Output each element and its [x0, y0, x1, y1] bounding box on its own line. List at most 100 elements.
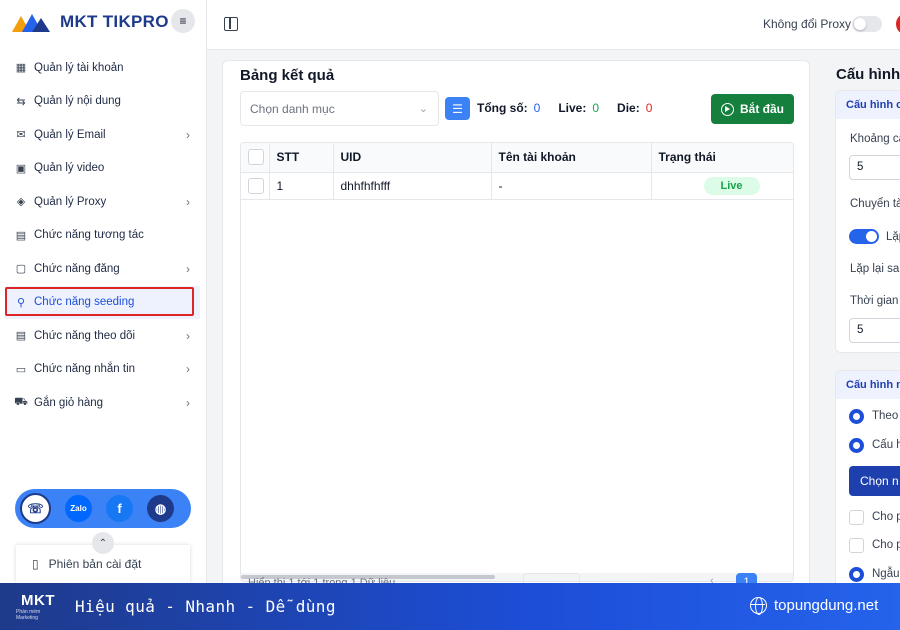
email-icon: ✉ [16, 129, 26, 142]
follow-icon: ▤ [15, 330, 27, 343]
sidebar-item-label: Quản lý nội dung [34, 95, 121, 108]
results-title: Bảng kết quả [240, 67, 335, 84]
interaction-icon: ▤ [15, 229, 27, 242]
zalo-label: Zalo [70, 504, 87, 513]
results-panel: Bảng kết quả Chọn danh mục ⌄ ☰ Tổng số: … [222, 60, 810, 591]
chevron-right-icon: › [186, 395, 190, 410]
globe-icon [750, 597, 767, 615]
banner-site-text: topungdung.net [774, 597, 879, 614]
sidebar-item-label: Quản lý Proxy [34, 195, 107, 208]
filter-button[interactable]: ☰ [445, 97, 470, 120]
collapse-up-button[interactable]: ⌃ [92, 532, 114, 554]
time-input[interactable]: 5 [849, 318, 900, 343]
start-button[interactable]: Bắt đầu [711, 94, 794, 124]
content-icon: ⇆ [16, 95, 26, 108]
cell-stt: 1 [269, 172, 334, 200]
option-checkbox-1[interactable] [849, 510, 864, 525]
facebook-icon[interactable]: f [106, 495, 133, 522]
sidebar-item-interaction[interactable]: ▤ Chức năng tương tác [5, 219, 200, 253]
option-checkbox-1-label: Cho p [872, 511, 900, 523]
sidebar-item-label: Gắn giỏ hàng [34, 396, 104, 409]
option-checkbox-2[interactable] [849, 538, 864, 553]
install-icon: ▯ [32, 557, 39, 571]
support-icon[interactable]: ☏ [20, 493, 51, 524]
chevron-right-icon: › [186, 127, 190, 142]
message-icon: ▭ [15, 363, 27, 376]
sidebar-item-video[interactable]: ▣ Quản lý video [5, 152, 200, 186]
panel-layout-icon[interactable] [224, 17, 238, 31]
chevron-right-icon: › [186, 194, 190, 209]
time-label: Thời gian g [850, 295, 900, 307]
banner-logo-sub: Phần mềm Marketing [16, 608, 41, 621]
select-all-checkbox[interactable] [248, 149, 264, 166]
social-links: ☏ Zalo f ◍ [15, 489, 191, 528]
results-table: STT UID Tên tài khoản Trạng thái 1 dhhfh… [240, 142, 794, 582]
sidebar-item-cart[interactable]: ⛟ Gắn giỏ hàng › [5, 386, 200, 420]
delay-label: Khoảng cá [850, 133, 900, 145]
row-select-cell [241, 172, 270, 200]
config-section-content: Cấu hình n Theo Cấu h Chọn n Cho p Cho p… [835, 370, 900, 590]
sidebar-item-account[interactable]: ▦ Quản lý tài khoản [5, 51, 200, 85]
sidebar-item-label: Quản lý Email [34, 128, 106, 141]
banner-site-link[interactable]: topungdung.net [750, 597, 879, 615]
repeat-toggle[interactable] [849, 229, 879, 244]
delay-input[interactable]: 5 [849, 155, 900, 180]
banner-tagline: Hiệu quả - Nhanh - Dễ dùng [75, 597, 336, 616]
sidebar-item-email[interactable]: ✉ Quản lý Email › [5, 118, 200, 152]
banner-logo-text: MKT [21, 591, 55, 609]
sidebar-item-label: Chức năng tương tác [34, 229, 144, 242]
sidebar-item-seeding[interactable]: ⚲ Chức năng seeding [5, 285, 200, 319]
radio-option-3[interactable] [849, 567, 864, 582]
sidebar-item-message[interactable]: ▭ Chức năng nhắn tin › [5, 353, 200, 387]
choose-content-button[interactable]: Chọn n [849, 466, 900, 496]
total-count: 0 [533, 101, 541, 115]
repeat-toggle-label: Lặp [886, 231, 900, 243]
config-title: Cấu hình [836, 66, 900, 83]
table-row[interactable]: 1 dhhfhfhfff - Live [241, 172, 793, 200]
sidebar-item-label: Quản lý video [34, 162, 105, 175]
sidebar-item-follow[interactable]: ▤ Chức năng theo dõi › [5, 319, 200, 353]
play-icon [720, 102, 734, 116]
sidebar-item-label: Chức năng đăng [34, 262, 120, 275]
start-button-label: Bắt đầu [739, 102, 784, 116]
column-header-uid[interactable]: UID [333, 143, 492, 173]
proxy-toggle-label: Không đổi Proxy [763, 17, 852, 31]
column-header-status[interactable]: Trạng thái [651, 143, 793, 173]
repeat-after-label: Lặp lại sau [850, 263, 900, 275]
globe-icon[interactable]: ◍ [147, 495, 174, 522]
row-checkbox[interactable] [248, 177, 264, 194]
sidebar-menu: ▦ Quản lý tài khoản ⇆ Quản lý nội dung ✉… [5, 51, 200, 420]
sidebar-item-label: Chức năng theo dõi [34, 329, 136, 342]
radio-option-3-label: Ngẫu [872, 568, 900, 580]
table-header-row: STT UID Tên tài khoản Trạng thái [241, 143, 793, 173]
proxy-toggle-switch[interactable] [852, 16, 882, 32]
die-count: 0 [645, 101, 653, 115]
sidebar-item-content[interactable]: ⇆ Quản lý nội dung [5, 85, 200, 119]
config-panel: Cấu hình Cấu hình c Khoảng cá 5 Chuyển t… [821, 60, 900, 590]
cart-icon: ⛟ [14, 395, 28, 408]
video-icon: ▣ [15, 162, 27, 175]
stats-bar: Tổng số: 0 Live: 0 Die: 0 [477, 101, 652, 115]
sidebar-item-label: Quản lý tài khoản [34, 61, 124, 74]
config-section-head: Cấu hình n [836, 371, 900, 399]
app-logo[interactable]: MKT TIKPRO [12, 10, 169, 34]
category-select[interactable]: Chọn danh mục ⌄ [240, 91, 439, 126]
sidebar-item-proxy[interactable]: ◈ Quản lý Proxy › [5, 185, 200, 219]
post-icon: ▢ [15, 263, 27, 276]
live-label: Live: [558, 101, 587, 115]
cell-uid: dhhfhfhfff [333, 172, 492, 200]
zalo-icon[interactable]: Zalo [65, 495, 92, 522]
seeding-icon: ⚲ [16, 296, 26, 309]
radio-option-1[interactable] [849, 409, 864, 424]
chevron-right-icon: › [186, 328, 190, 343]
column-header-name[interactable]: Tên tài khoản [491, 143, 652, 173]
dashboard-icon: ▦ [15, 62, 27, 75]
column-header-stt[interactable]: STT [269, 143, 334, 173]
chevron-down-icon: ⌄ [418, 103, 428, 115]
sidebar-item-post[interactable]: ▢ Chức năng đăng › [5, 252, 200, 286]
avatar[interactable] [896, 13, 900, 35]
filter-icon: ☰ [452, 101, 463, 116]
menu-toggle-button[interactable]: ≡ [171, 9, 195, 33]
cell-name: - [491, 172, 652, 200]
radio-option-2[interactable] [849, 438, 864, 453]
